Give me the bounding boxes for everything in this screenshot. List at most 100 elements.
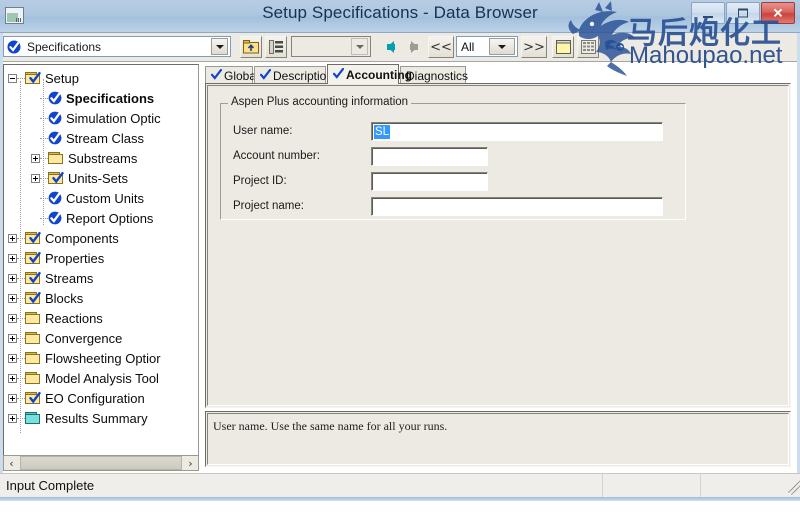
round-check-icon — [48, 211, 62, 225]
field-label-0: User name: — [233, 125, 293, 137]
tree-item-eo-configuration[interactable]: EO Configuration — [4, 388, 198, 408]
tree-item-simulation-optic[interactable]: Simulation Optic — [4, 108, 198, 128]
tree-item-substreams[interactable]: Substreams — [4, 148, 198, 168]
expand-plus-icon[interactable] — [31, 153, 40, 163]
field-label-3: Project name: — [233, 200, 304, 212]
secondary-combo[interactable] — [291, 36, 371, 57]
expand-plus-icon[interactable] — [8, 393, 17, 403]
round-check-icon — [48, 91, 62, 105]
tree-item-report-options[interactable]: Report Options — [4, 208, 198, 228]
tree-item-components[interactable]: Components — [4, 228, 198, 248]
tab-description[interactable]: Description — [254, 66, 333, 84]
folder-checked-icon — [25, 291, 41, 305]
collapse-minus-icon[interactable] — [8, 73, 17, 83]
close-button[interactable]: ✕ — [761, 2, 795, 24]
tree-item-custom-units[interactable]: Custom Units — [4, 188, 198, 208]
tree-item-label: Results Summary — [45, 410, 148, 426]
expand-plus-icon[interactable] — [8, 253, 17, 263]
scroll-right-button[interactable]: › — [183, 456, 198, 470]
tree-item-convergence[interactable]: Convergence — [4, 328, 198, 348]
tree-item-label: Stream Class — [66, 130, 145, 146]
chevron-down-icon-2[interactable] — [351, 38, 368, 55]
field-input-2[interactable] — [371, 172, 488, 191]
folder-icon — [25, 311, 41, 325]
grid-button[interactable] — [577, 36, 599, 58]
field-input-3[interactable] — [371, 197, 663, 216]
tree-item-blocks[interactable]: Blocks — [4, 288, 198, 308]
tree-view-button[interactable] — [265, 36, 287, 58]
expand-plus-icon[interactable] — [8, 273, 17, 283]
next-input-button[interactable] — [602, 36, 628, 58]
tree-list[interactable]: Setup Specifications Simulation Optic Strea… — [4, 68, 198, 428]
up-folder-button[interactable] — [240, 36, 262, 58]
form-panel: Aspen Plus accounting information User n… — [205, 83, 791, 408]
forward-arrow-icon — [409, 41, 418, 53]
tree-item-setup[interactable]: Setup — [4, 68, 198, 88]
expand-plus-icon[interactable] — [8, 333, 17, 343]
tree-item-streams[interactable]: Streams — [4, 268, 198, 288]
tree-item-results-summary[interactable]: Results Summary — [4, 408, 198, 428]
scroll-left-button[interactable]: ‹ — [4, 456, 19, 470]
back-button[interactable] — [378, 36, 402, 58]
filter-combo[interactable]: All — [456, 36, 518, 57]
field-label-1: Account number: — [233, 150, 320, 162]
tree-horizontal-scrollbar[interactable]: ‹ › — [3, 455, 199, 471]
folder-checked-icon — [25, 251, 41, 265]
tree-item-reactions[interactable]: Reactions — [4, 308, 198, 328]
tree-connector — [40, 217, 48, 219]
navigation-tree-panel[interactable]: Setup Specifications Simulation Optic Strea… — [3, 64, 199, 470]
up-folder-icon — [243, 40, 259, 54]
tree-item-label: Report Options — [66, 210, 154, 226]
expand-plus-icon[interactable] — [31, 173, 40, 183]
chevron-down-icon[interactable] — [211, 38, 228, 55]
tree-connector — [40, 197, 48, 199]
expand-plus-icon[interactable] — [8, 353, 17, 363]
resize-grip[interactable] — [784, 479, 800, 496]
maximize-button[interactable] — [726, 2, 760, 24]
folder-checked-icon — [25, 231, 41, 245]
expand-plus-icon[interactable] — [8, 313, 17, 323]
tab-label: Diagnostics — [406, 68, 469, 83]
notes-icon — [555, 40, 571, 54]
toolbar: Specifications << All >> — [0, 33, 800, 62]
tab-accounting[interactable]: Accounting — [327, 64, 412, 84]
hint-panel: User name. Use the same name for all you… — [205, 411, 791, 467]
window-controls: ✕ — [691, 2, 795, 26]
accounting-groupbox: Aspen Plus accounting information User n… — [220, 96, 686, 220]
expand-plus-icon[interactable] — [8, 233, 17, 243]
minimize-button[interactable] — [691, 2, 725, 24]
tab-global[interactable]: Global — [205, 66, 259, 84]
next-button[interactable]: >> — [521, 36, 547, 58]
field-input-1[interactable] — [371, 147, 488, 166]
tree-item-label: Model Analysis Tool — [45, 370, 159, 386]
tree-connector — [40, 97, 48, 99]
chevron-down-icon-3[interactable] — [489, 38, 515, 55]
scroll-thumb[interactable] — [20, 456, 182, 470]
expand-plus-icon[interactable] — [8, 413, 17, 423]
tab-check-icon — [332, 67, 345, 82]
forward-button[interactable] — [402, 36, 426, 58]
tree-item-label: Components — [45, 230, 119, 246]
hint-text: User name. Use the same name for all you… — [213, 419, 448, 433]
tab-strip[interactable]: Global Description Accounting Diagnostics — [205, 64, 791, 84]
next-input-icon — [605, 39, 624, 51]
path-combo[interactable]: Specifications — [3, 36, 231, 57]
back-arrow-icon — [386, 41, 395, 53]
tree-item-label: Flowsheeting Optior — [45, 350, 161, 366]
tree-item-flowsheeting-optior[interactable]: Flowsheeting Optior — [4, 348, 198, 368]
notes-button[interactable] — [552, 36, 574, 58]
tree-item-label: Blocks — [45, 290, 84, 306]
tree-connector — [17, 257, 25, 259]
tree-item-properties[interactable]: Properties — [4, 248, 198, 268]
tree-item-model-analysis-tool[interactable]: Model Analysis Tool — [4, 368, 198, 388]
expand-plus-icon[interactable] — [8, 293, 17, 303]
expand-plus-icon[interactable] — [8, 373, 17, 383]
tree-connector — [17, 297, 25, 299]
tree-item-specifications[interactable]: Specifications — [4, 88, 198, 108]
prev-button[interactable]: << — [428, 36, 454, 58]
tree-item-stream-class[interactable]: Stream Class — [4, 128, 198, 148]
field-input-0[interactable]: SL — [371, 122, 663, 141]
tab-check-icon — [259, 68, 272, 83]
tree-item-units-sets[interactable]: Units-Sets — [4, 168, 198, 188]
